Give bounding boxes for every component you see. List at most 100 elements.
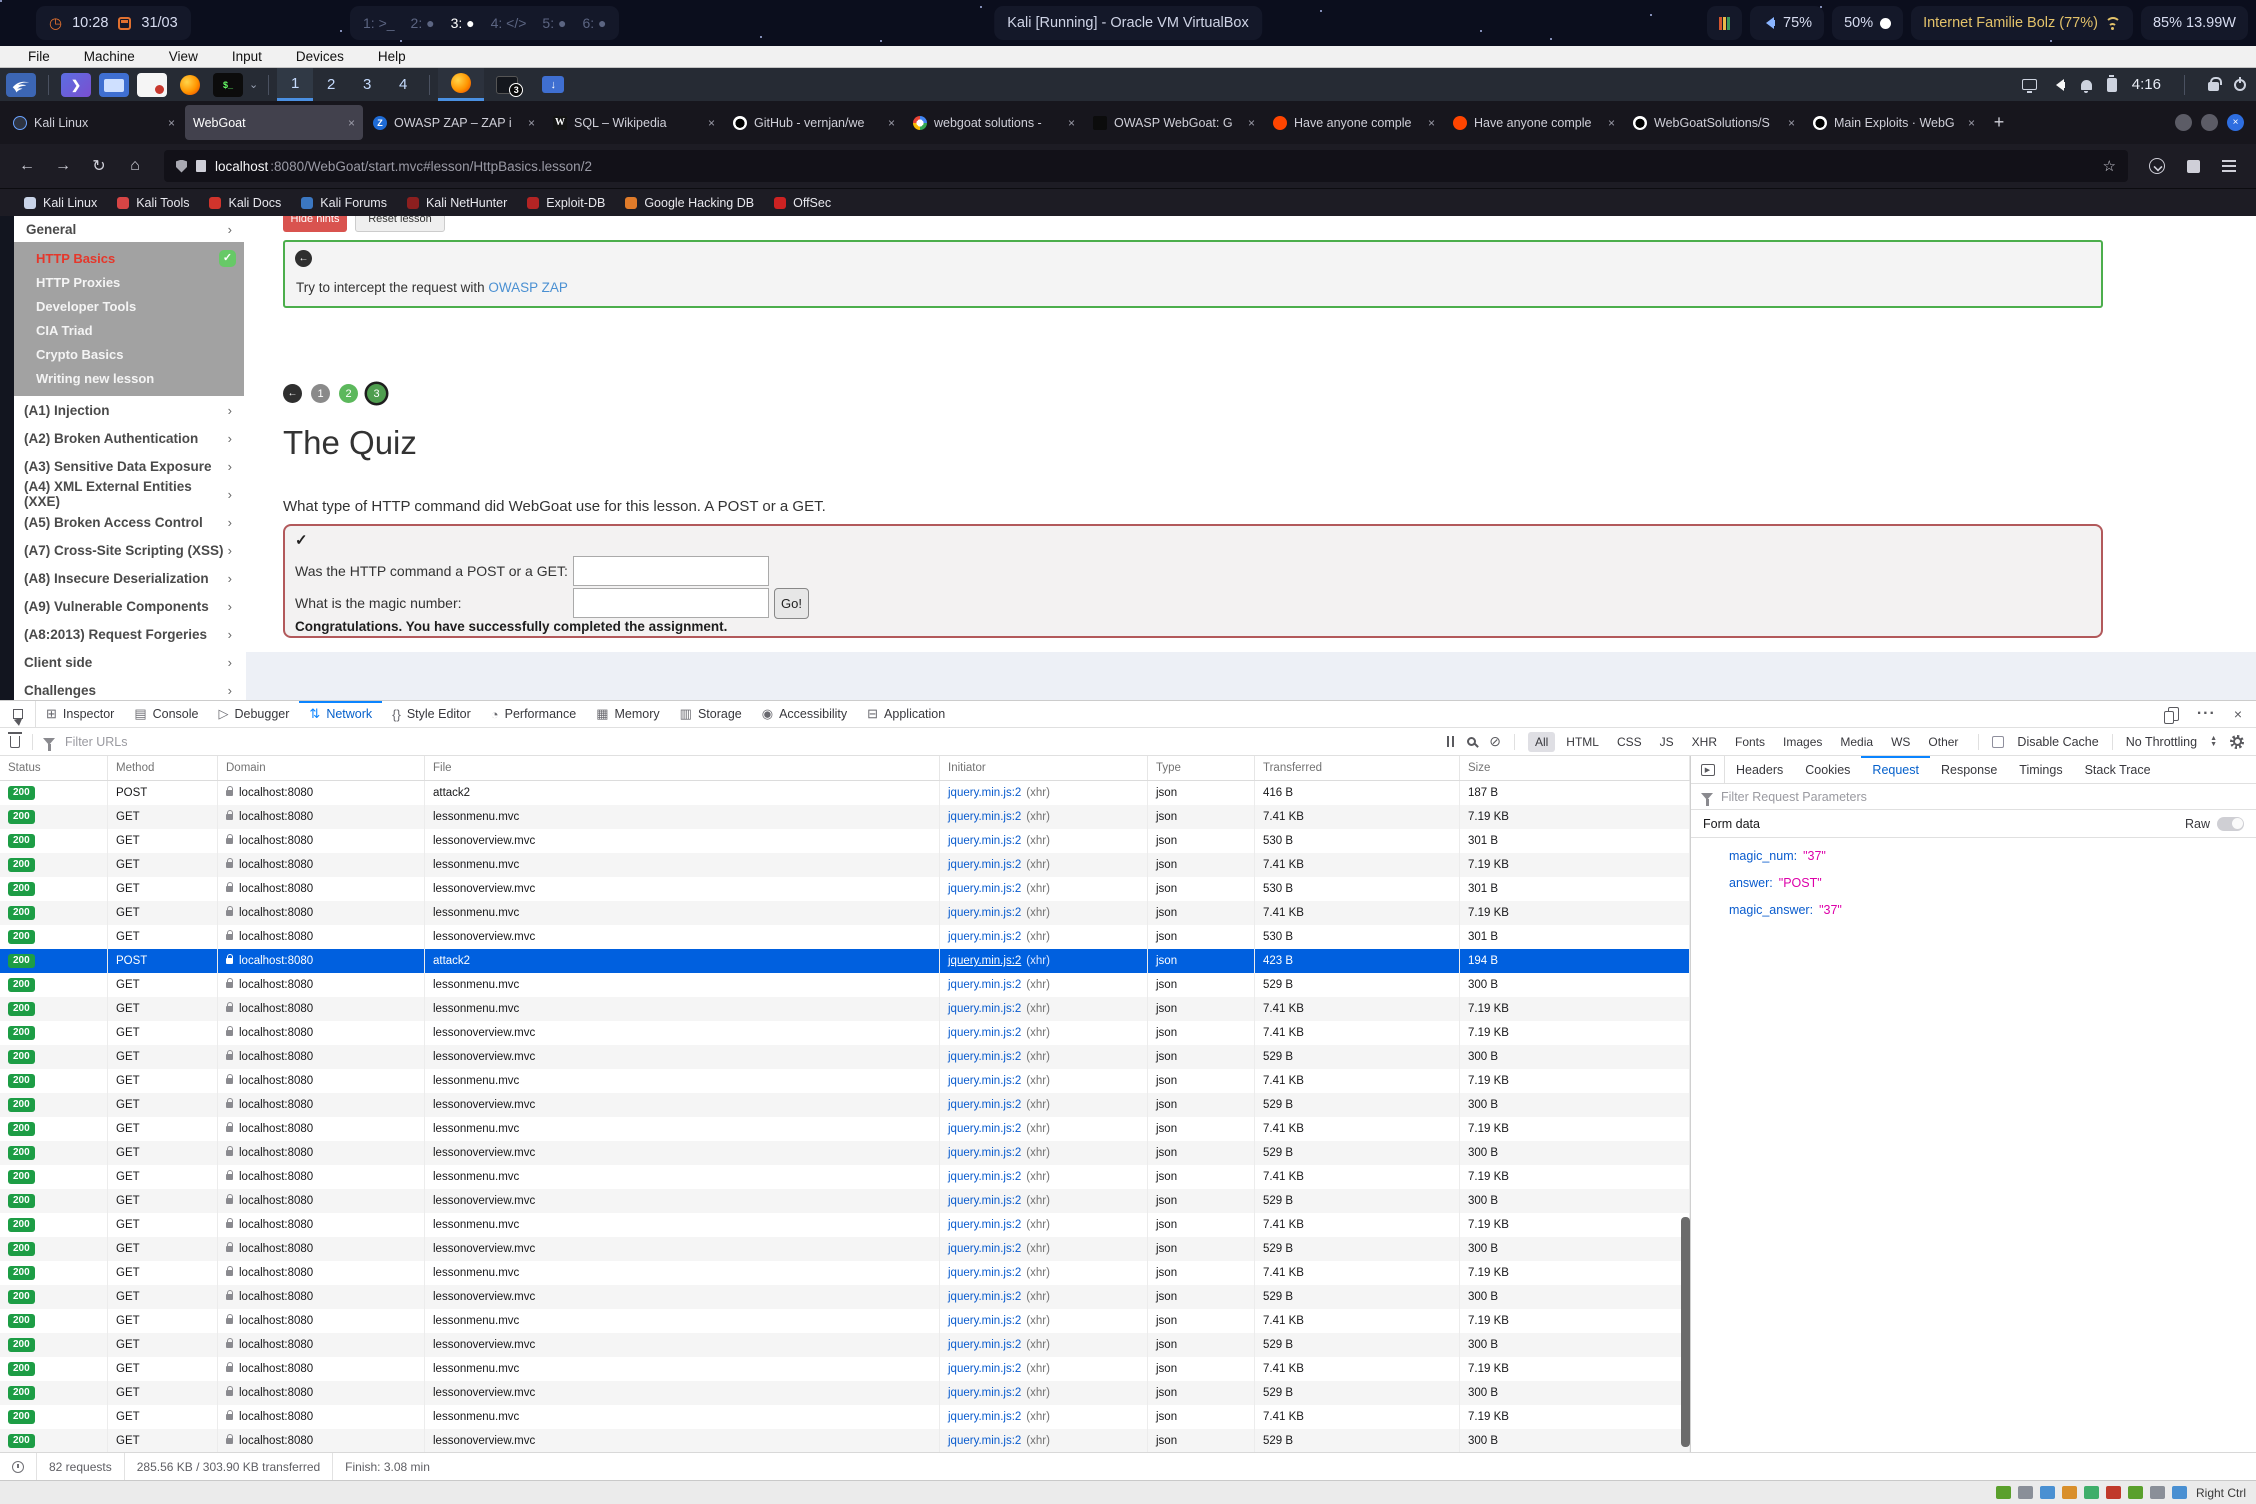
workspace-button-3[interactable]: 3 [349,68,385,101]
network-request-row[interactable]: 200GETlocalhost:8080lessonoverview.mvcjq… [0,1237,1690,1261]
disable-cache-label[interactable]: Disable Cache [2017,735,2098,749]
network-request-row[interactable]: 200GETlocalhost:8080lessonoverview.mvcjq… [0,1189,1690,1213]
filter-chip-xhr[interactable]: XHR [1685,732,1724,752]
network-request-row[interactable]: 200GETlocalhost:8080lessonoverview.mvcjq… [0,1141,1690,1165]
filter-chip-ws[interactable]: WS [1884,732,1917,752]
network-request-row[interactable]: 200GETlocalhost:8080lessonoverview.mvcjq… [0,1021,1690,1045]
tab-close-icon[interactable]: × [708,116,715,130]
initiator-link[interactable]: jquery.min.js:2 [948,931,1021,943]
workspace-button-2[interactable]: 2 [313,68,349,101]
bookmark-item[interactable]: Google Hacking DB [617,192,762,214]
bookmark-star-icon[interactable]: ☆ [2103,157,2116,175]
workspace-button-4[interactable]: 4 [385,68,421,101]
network-request-row[interactable]: 200GETlocalhost:8080lessonmenu.mvcjquery… [0,1261,1690,1285]
filter-chip-html[interactable]: HTML [1559,732,1606,752]
performance-analysis-button[interactable] [0,1453,37,1480]
terminal-launcher-icon[interactable]: ❯ [61,73,91,97]
initiator-link[interactable]: jquery.min.js:2 [948,1267,1021,1279]
detail-tab-response[interactable]: Response [1930,756,2008,783]
initiator-link[interactable]: jquery.min.js:2 [948,1051,1021,1063]
column-header-initiator[interactable]: Initiator [940,756,1148,780]
power-icon[interactable] [2234,79,2246,91]
filter-urls-input[interactable] [65,735,265,749]
initiator-link[interactable]: jquery.min.js:2 [948,1243,1021,1255]
network-request-row[interactable]: 200GETlocalhost:8080lessonmenu.mvcjquery… [0,973,1690,997]
column-header-transferred[interactable]: Transferred [1255,756,1460,780]
network-request-row[interactable]: 200GETlocalhost:8080lessonoverview.mvcjq… [0,829,1690,853]
initiator-link[interactable]: jquery.min.js:2 [948,1099,1021,1111]
block-requests-icon[interactable]: ⊘ [1489,733,1501,750]
initiator-link[interactable]: jquery.min.js:2 [948,859,1021,871]
page-button-3[interactable]: 3 [367,384,386,403]
sidebar-category--a3-sensitive-data-exposure[interactable]: (A3) Sensitive Data Exposure› [14,452,244,480]
network-request-row[interactable]: 200GETlocalhost:8080lessonoverview.mvcjq… [0,1045,1690,1069]
browser-tab[interactable]: Kali Linux× [5,105,183,140]
devtools-tab-application[interactable]: ⊟Application [857,701,955,727]
browser-tab[interactable]: OWASP WebGoat: G× [1085,105,1263,140]
sidebar-lesson-developer-tools[interactable]: Developer Tools [14,295,244,319]
tab-close-icon[interactable]: × [1608,116,1615,130]
close-devtools-icon[interactable]: × [2234,706,2242,722]
bookmark-item[interactable]: Kali NetHunter [399,192,515,214]
initiator-link[interactable]: jquery.min.js:2 [948,955,1021,967]
new-tab-button[interactable]: + [1984,108,2014,138]
filter-chip-js[interactable]: JS [1653,732,1681,752]
tab-close-icon[interactable]: × [1068,116,1075,130]
filter-chip-fonts[interactable]: Fonts [1728,732,1772,752]
firefox-taskbar-button[interactable] [438,68,484,101]
network-request-row[interactable]: 200GETlocalhost:8080lessonmenu.mvcjquery… [0,853,1690,877]
browser-tab[interactable]: Have anyone comple× [1265,105,1443,140]
sidebar-category--a4-xml-external-entities-xxe-[interactable]: (A4) XML External Entities (XXE)› [14,480,244,508]
reload-button[interactable]: ↻ [84,151,114,181]
forward-button[interactable]: → [48,151,78,181]
lock-icon[interactable] [2208,82,2219,91]
network-request-row[interactable]: 200GETlocalhost:8080lessonmenu.mvcjquery… [0,1309,1690,1333]
host-workspace-switcher[interactable]: 1: >_2: ●3: ●4: </>5: ●6: ● [350,6,619,40]
form-data-param[interactable]: answer:"POST" [1691,869,2256,896]
gear-icon[interactable] [2230,735,2244,749]
tab-close-icon[interactable]: × [888,116,895,130]
keyboard-layout-indicator[interactable] [1707,6,1742,40]
network-request-row[interactable]: 200GETlocalhost:8080lessonmenu.mvcjquery… [0,901,1690,925]
network-request-row[interactable]: 200GETlocalhost:8080lessonoverview.mvcjq… [0,1333,1690,1357]
initiator-link[interactable]: jquery.min.js:2 [948,883,1021,895]
disable-cache-checkbox[interactable] [1992,736,2004,748]
minimize-button[interactable] [2175,114,2192,131]
tab-close-icon[interactable]: × [1968,116,1975,130]
sidebar-lesson-crypto-basics[interactable]: Crypto Basics [14,343,244,367]
sidebar-category-challenges[interactable]: Challenges› [14,676,244,700]
form-data-param[interactable]: magic_num:"37" [1691,842,2256,869]
sidebar-category--a5-broken-access-control[interactable]: (A5) Broken Access Control› [14,508,244,536]
file-manager-launcher-icon[interactable] [99,73,129,97]
devtools-tab-debugger[interactable]: ▷Debugger [209,701,300,727]
network-request-row[interactable]: 200GETlocalhost:8080lessonmenu.mvcjquery… [0,805,1690,829]
vbox-menu-machine[interactable]: Machine [84,49,135,64]
browser-tab[interactable]: GitHub - vernjan/we× [725,105,903,140]
tab-close-icon[interactable]: × [348,116,355,130]
launcher-dropdown-chevron-icon[interactable]: ⌄ [249,78,258,91]
initiator-link[interactable]: jquery.min.js:2 [948,811,1021,823]
bookmark-item[interactable]: Kali Docs [201,192,289,214]
text-editor-launcher-icon[interactable] [137,73,167,97]
go-button[interactable]: Go! [774,588,809,619]
reset-lesson-button[interactable]: Reset lesson [355,216,445,232]
vbox-menu-devices[interactable]: Devices [296,49,344,64]
host-workspace-item[interactable]: 3: ● [451,15,475,31]
display-icon[interactable] [2022,79,2037,90]
maximize-button[interactable] [2201,114,2218,131]
browser-tab[interactable]: WebGoat× [185,105,363,140]
browser-tab[interactable]: ZOWASP ZAP – ZAP i× [365,105,543,140]
toggle-details-pane-icon[interactable]: ▶ [1691,756,1725,783]
vbox-menu-help[interactable]: Help [378,49,406,64]
back-button[interactable]: ← [12,151,42,181]
question2-input[interactable] [573,588,769,618]
tab-close-icon[interactable]: × [528,116,535,130]
devtools-tab-performance[interactable]: ◔Performance [481,701,586,727]
brightness-widget[interactable]: 50% [1832,6,1903,40]
kali-clock[interactable]: 4:16 [2132,76,2161,93]
host-clock-widget[interactable]: ◷ 10:28 31/03 [36,6,191,40]
initiator-link[interactable]: jquery.min.js:2 [948,1387,1021,1399]
network-request-row[interactable]: 200GETlocalhost:8080lessonmenu.mvcjquery… [0,1117,1690,1141]
filter-chip-css[interactable]: CSS [1610,732,1649,752]
network-request-row[interactable]: 200GETlocalhost:8080lessonmenu.mvcjquery… [0,997,1690,1021]
